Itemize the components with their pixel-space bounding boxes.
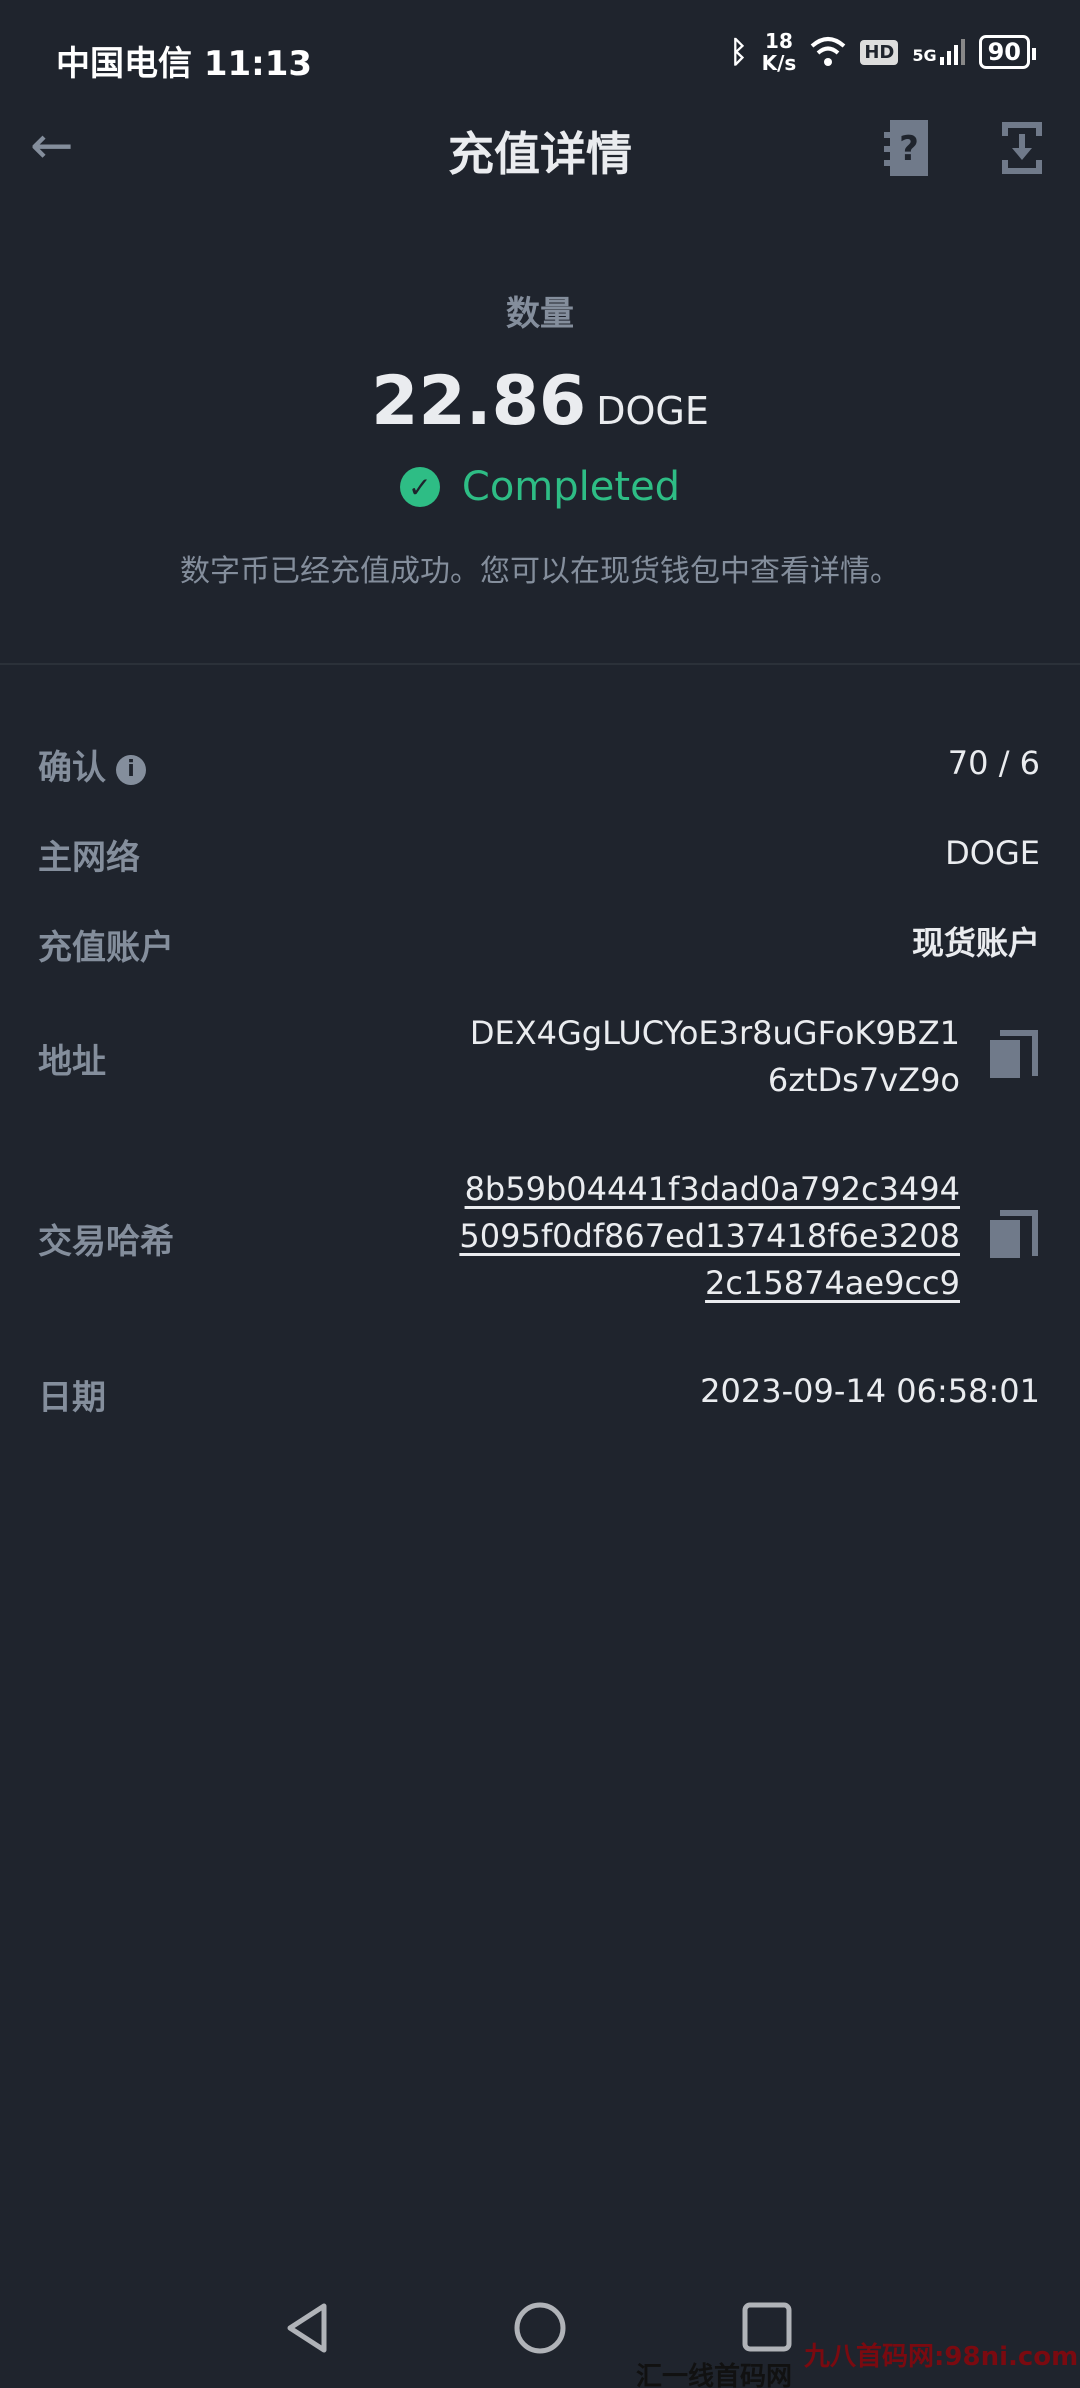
- help-button[interactable]: ?: [884, 120, 928, 176]
- txid-line[interactable]: 2c15874ae9cc9: [459, 1260, 960, 1307]
- confirm-value: 70 / 6: [947, 744, 1040, 782]
- nav-home-button[interactable]: [512, 2300, 568, 2356]
- address-line: DEX4GgLUCYoE3r8uGFoK9BZ1: [469, 1014, 960, 1052]
- status-description: 数字币已经充值成功。您可以在现货钱包中查看详情。: [180, 554, 900, 589]
- status-text: Completed: [461, 464, 681, 510]
- amount: 22.86 DOGE: [0, 362, 1080, 441]
- status-icons: ᛒ 18 K/s HD 5G 90: [729, 30, 1037, 74]
- copy-txid-button[interactable]: [990, 1210, 1038, 1258]
- status-badge: ✓ Completed: [0, 464, 1080, 510]
- amount-unit: DOGE: [596, 389, 709, 433]
- check-circle-icon: ✓: [399, 467, 440, 507]
- info-icon[interactable]: i: [116, 754, 146, 785]
- divider: [0, 663, 1080, 665]
- address-value: DEX4GgLUCYoE3r8uGFoK9BZ1 6ztDs7vZ9o: [470, 1010, 960, 1104]
- address-line: 6ztDs7vZ9o: [767, 1061, 960, 1099]
- network-value: DOGE: [945, 834, 1040, 872]
- amount-label: 数量: [506, 294, 574, 334]
- speed-value: 18: [765, 29, 793, 53]
- speed-unit: K/s: [761, 51, 797, 75]
- nav-back-button[interactable]: [280, 2300, 336, 2356]
- hd-badge: HD: [860, 39, 899, 65]
- network-type: 5G: [912, 46, 937, 65]
- copy-address-button[interactable]: [990, 1030, 1038, 1078]
- date-label: 日期: [38, 1378, 106, 1418]
- download-button[interactable]: [1000, 120, 1044, 176]
- txid-line[interactable]: 5095f0df867ed137418f6e3208: [459, 1213, 960, 1260]
- help-doc-icon: ?: [884, 120, 928, 176]
- address-label: 地址: [38, 1042, 106, 1082]
- svg-text:?: ?: [899, 129, 919, 169]
- download-icon: [1002, 122, 1042, 174]
- confirm-label: 确认 i: [38, 740, 146, 789]
- status-carrier-time: 中国电信 11:13: [56, 44, 313, 84]
- txid-line[interactable]: 8b59b04441f3dad0a792c3494: [459, 1166, 960, 1213]
- nav-recents-button[interactable]: [740, 2300, 796, 2356]
- bluetooth-icon: ᛒ: [729, 34, 748, 70]
- wifi-icon: [810, 37, 846, 66]
- account-label: 充值账户: [38, 928, 174, 968]
- txid-link[interactable]: 8b59b04441f3dad0a792c3494 5095f0df867ed13…: [459, 1166, 960, 1307]
- watermark-huiyixian: 汇一线首码网 www.huiyixian.com: [636, 2362, 793, 2388]
- network-speed: 18 K/s: [762, 30, 797, 74]
- amount-value: 22.86: [371, 362, 587, 441]
- account-value: 现货账户: [911, 924, 1040, 962]
- network-label: 主网络: [38, 838, 140, 878]
- date-value: 2023-09-14 06:58:01: [700, 1372, 1040, 1410]
- signal-icon: 5G: [912, 39, 965, 65]
- confirm-label-text: 确认: [38, 748, 106, 788]
- battery-icon: 90: [978, 35, 1037, 69]
- txid-label: 交易哈希: [38, 1222, 174, 1262]
